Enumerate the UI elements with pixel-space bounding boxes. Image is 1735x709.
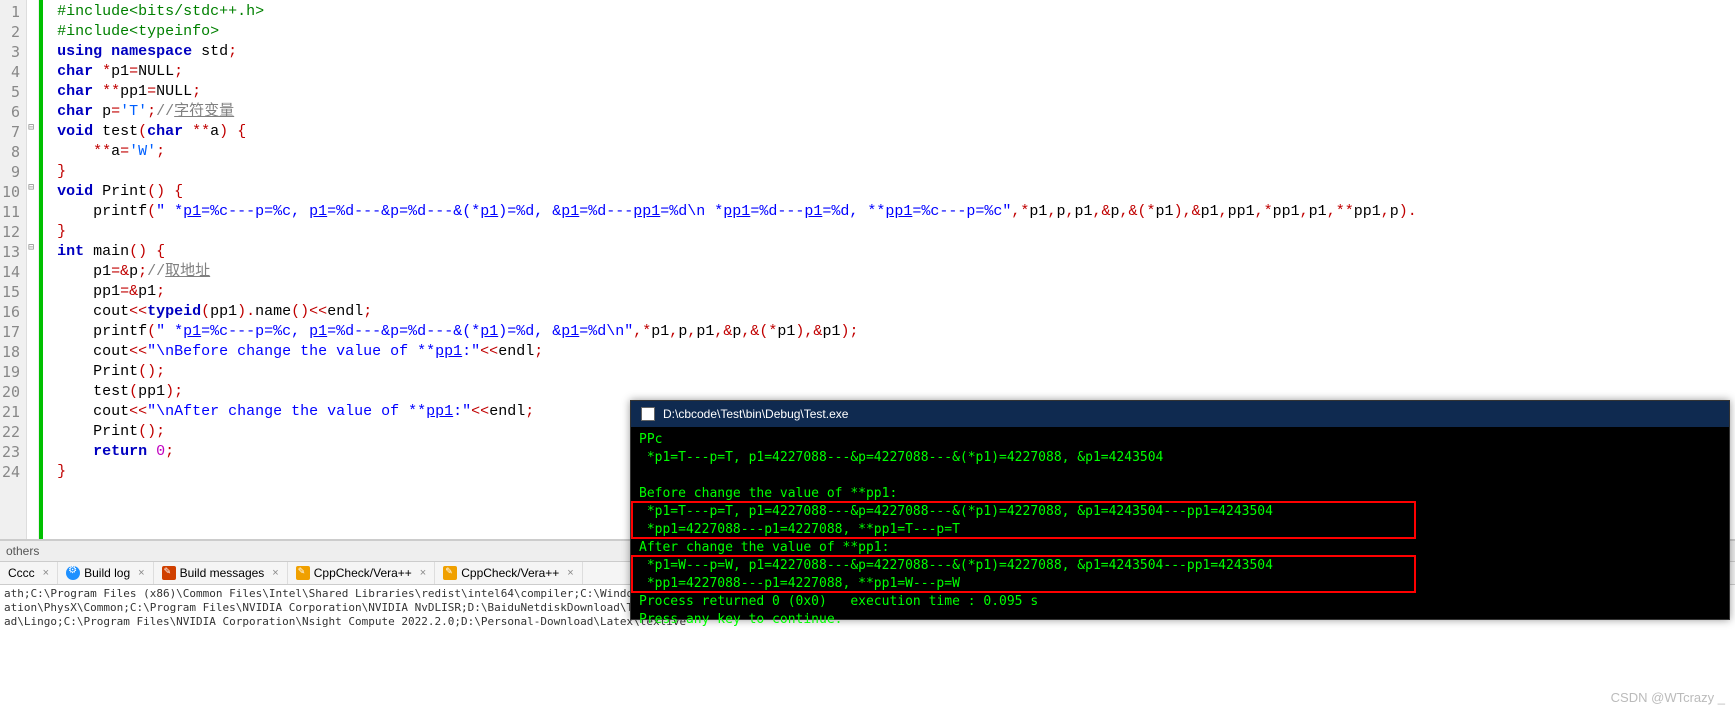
- line-number: 23: [2, 442, 20, 462]
- code-line[interactable]: cout<<typeid(pp1).name()<<endl;: [57, 302, 1735, 322]
- watermark-text: CSDN @WTcrazy _: [1611, 690, 1725, 705]
- code-line[interactable]: }: [57, 162, 1735, 182]
- code-line[interactable]: Print();: [57, 362, 1735, 382]
- tab-label: Build messages: [180, 566, 265, 580]
- code-line[interactable]: }: [57, 222, 1735, 242]
- console-line: After change the value of **pp1:: [639, 539, 1721, 557]
- panel-tab[interactable]: Build messages ×: [154, 562, 288, 584]
- line-number: 9: [2, 162, 20, 182]
- console-title-text: D:\cbcode\Test\bin\Debug\Test.exe: [663, 407, 848, 421]
- code-line[interactable]: int main() {: [57, 242, 1735, 262]
- panel-tab[interactable]: Build log ×: [58, 562, 153, 584]
- fold-toggle-icon[interactable]: ⊟: [28, 242, 34, 253]
- console-line: *pp1=4227088---p1=4227088, **pp1=W---p=W: [639, 575, 1721, 593]
- code-line[interactable]: char *p1=NULL;: [57, 62, 1735, 82]
- code-line[interactable]: pp1=&p1;: [57, 282, 1735, 302]
- close-icon[interactable]: ×: [272, 567, 278, 579]
- line-number: 16: [2, 302, 20, 322]
- line-number: 2: [2, 22, 20, 42]
- code-line[interactable]: void test(char **a) {: [57, 122, 1735, 142]
- code-line[interactable]: void Print() {: [57, 182, 1735, 202]
- line-number: 12: [2, 222, 20, 242]
- line-number: 13: [2, 242, 20, 262]
- tab-label: Cccc: [8, 566, 35, 580]
- panel-tab[interactable]: CppCheck/Vera++ ×: [435, 562, 583, 584]
- code-line[interactable]: using namespace std;: [57, 42, 1735, 62]
- tab-label: CppCheck/Vera++: [314, 566, 412, 580]
- line-number: 6: [2, 102, 20, 122]
- line-number: 4: [2, 62, 20, 82]
- line-number: 3: [2, 42, 20, 62]
- line-number: 1: [2, 2, 20, 22]
- line-number: 18: [2, 342, 20, 362]
- code-line[interactable]: test(pp1);: [57, 382, 1735, 402]
- line-number-gutter: 123456789101112131415161718192021222324: [0, 0, 27, 539]
- line-number: 17: [2, 322, 20, 342]
- code-line[interactable]: #include<bits/stdc++.h>: [57, 2, 1735, 22]
- console-line: PPc: [639, 431, 1721, 449]
- code-line[interactable]: printf(" *p1=%c---p=%c, p1=%d---&p=%d---…: [57, 202, 1735, 222]
- code-line[interactable]: **a='W';: [57, 142, 1735, 162]
- console-app-icon: [641, 407, 655, 421]
- line-number: 8: [2, 142, 20, 162]
- line-number: 5: [2, 82, 20, 102]
- line-number: 21: [2, 402, 20, 422]
- line-number: 15: [2, 282, 20, 302]
- console-window[interactable]: D:\cbcode\Test\bin\Debug\Test.exe PPc *p…: [630, 400, 1730, 620]
- console-titlebar[interactable]: D:\cbcode\Test\bin\Debug\Test.exe: [631, 401, 1729, 427]
- tab-label: CppCheck/Vera++: [461, 566, 559, 580]
- line-number: 11: [2, 202, 20, 222]
- console-line: *pp1=4227088---p1=4227088, **pp1=T---p=T: [639, 521, 1721, 539]
- line-number: 19: [2, 362, 20, 382]
- console-line: Process returned 0 (0x0) execution time …: [639, 593, 1721, 611]
- fold-toggle-icon[interactable]: ⊟: [28, 182, 34, 193]
- code-line[interactable]: #include<typeinfo>: [57, 22, 1735, 42]
- close-icon[interactable]: ×: [138, 567, 144, 579]
- chk-icon: [296, 566, 310, 580]
- msg-icon: [162, 566, 176, 580]
- tab-label: Build log: [84, 566, 130, 580]
- code-line[interactable]: cout<<"\nBefore change the value of **pp…: [57, 342, 1735, 362]
- close-icon[interactable]: ×: [43, 567, 49, 579]
- line-number: 22: [2, 422, 20, 442]
- console-line: Before change the value of **pp1:: [639, 485, 1721, 503]
- chk-icon: [443, 566, 457, 580]
- code-line[interactable]: p1=&p;//取地址: [57, 262, 1735, 282]
- code-line[interactable]: char **pp1=NULL;: [57, 82, 1735, 102]
- console-line: [639, 467, 1721, 485]
- line-number: 14: [2, 262, 20, 282]
- console-output[interactable]: PPc *p1=T---p=T, p1=4227088---&p=4227088…: [631, 427, 1729, 633]
- console-line: *p1=T---p=T, p1=4227088---&p=4227088---&…: [639, 503, 1721, 521]
- line-number: 24: [2, 462, 20, 482]
- line-number: 7: [2, 122, 20, 142]
- close-icon[interactable]: ×: [420, 567, 426, 579]
- code-line[interactable]: printf(" *p1=%c---p=%c, p1=%d---&p=%d---…: [57, 322, 1735, 342]
- console-line: *p1=T---p=T, p1=4227088---&p=4227088---&…: [639, 449, 1721, 467]
- console-line: Press any key to continue.: [639, 611, 1721, 629]
- code-line[interactable]: char p='T';//字符变量: [57, 102, 1735, 122]
- close-icon[interactable]: ×: [567, 567, 573, 579]
- fold-column[interactable]: ⊟ ⊟ ⊟: [27, 0, 39, 539]
- panel-tab[interactable]: CppCheck/Vera++ ×: [288, 562, 436, 584]
- console-line: *p1=W---p=W, p1=4227088---&p=4227088---&…: [639, 557, 1721, 575]
- line-number: 20: [2, 382, 20, 402]
- log-icon: [66, 566, 80, 580]
- fold-toggle-icon[interactable]: ⊟: [28, 122, 34, 133]
- panel-tab[interactable]: Cccc ×: [0, 562, 58, 584]
- line-number: 10: [2, 182, 20, 202]
